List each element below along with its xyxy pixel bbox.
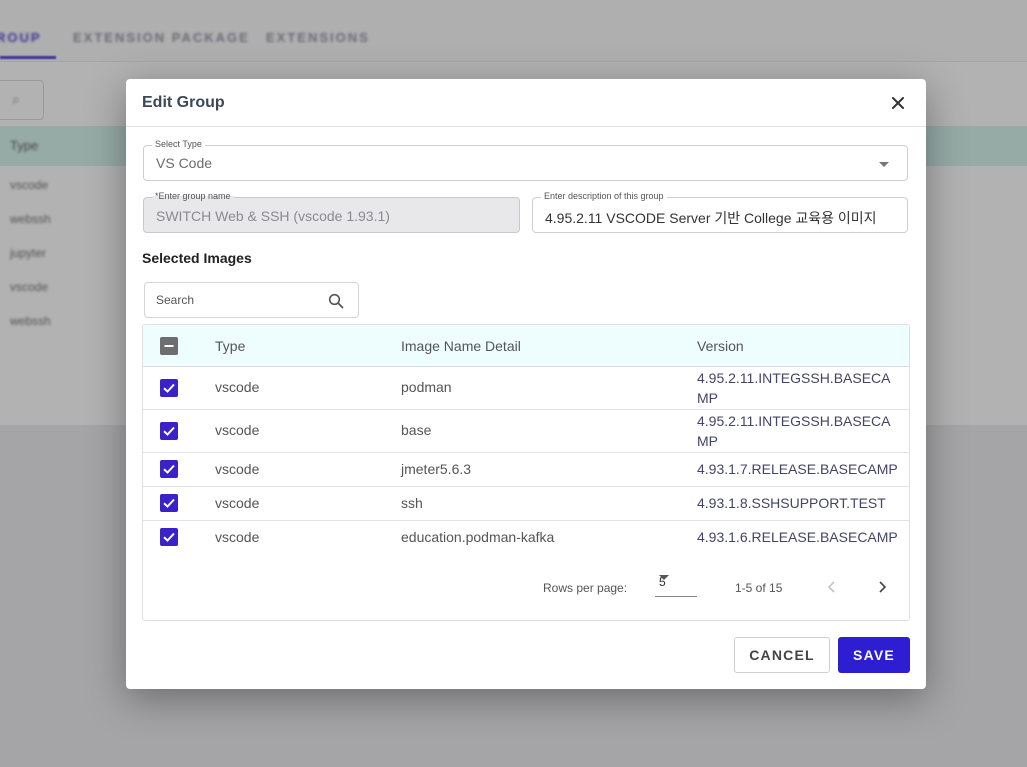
cell-type: vscode xyxy=(215,529,260,545)
table-row[interactable]: vscode base 4.95.2.11.INTEGSSH.BASECAMP xyxy=(143,410,909,453)
table-row[interactable]: vscode podman 4.95.2.11.INTEGSSH.BASECAM… xyxy=(143,367,909,410)
cell-version: 4.93.1.6.RELEASE.BASECAMP xyxy=(697,529,898,545)
image-search-box[interactable] xyxy=(144,282,359,318)
indeterminate-icon xyxy=(164,345,174,347)
table-row[interactable]: vscode jmeter5.6.3 4.93.1.7.RELEASE.BASE… xyxy=(143,453,909,487)
group-description-label: Enter description of this group xyxy=(541,190,667,202)
row-checkbox[interactable] xyxy=(160,494,178,512)
group-description-value[interactable]: 4.95.2.11 VSCODE Server 기반 College 교육용 이… xyxy=(545,208,899,228)
row-checkbox[interactable] xyxy=(160,422,178,440)
cell-version: 4.93.1.8.SSHSUPPORT.TEST xyxy=(697,495,886,511)
dropdown-caret-icon xyxy=(879,162,889,167)
row-checkbox[interactable] xyxy=(160,460,178,478)
cell-type: vscode xyxy=(215,379,260,395)
close-button[interactable] xyxy=(888,93,908,113)
selected-images-title: Selected Images xyxy=(142,250,252,266)
cell-version: 4.95.2.11.INTEGSSH.BASECAMP xyxy=(697,370,891,406)
check-icon xyxy=(163,532,175,542)
cell-version: 4.93.1.7.RELEASE.BASECAMP xyxy=(697,461,898,477)
pagination-range: 1-5 of 15 xyxy=(735,581,783,595)
check-icon xyxy=(163,498,175,508)
table-pagination: Rows per page: 5 1-5 of 15 xyxy=(143,567,909,607)
dropdown-caret-icon xyxy=(659,575,669,580)
group-description-field[interactable]: Enter description of this group 4.95.2.1… xyxy=(532,190,908,233)
dialog-title: Edit Group xyxy=(142,94,225,111)
group-name-field: *Enter group name SWITCH Web & SSH (vsco… xyxy=(143,190,520,233)
cell-image-name: ssh xyxy=(401,495,423,511)
search-icon[interactable] xyxy=(328,293,344,309)
edit-group-dialog: Edit Group Select Type VS Code *Enter gr… xyxy=(126,79,926,689)
rows-per-page-select[interactable]: 5 xyxy=(655,573,697,597)
row-checkbox[interactable] xyxy=(160,528,178,546)
cell-image-name: podman xyxy=(401,379,452,395)
cell-image-name: jmeter5.6.3 xyxy=(401,461,472,477)
cell-image-name: base xyxy=(401,422,432,438)
close-icon xyxy=(892,97,904,109)
cell-type: vscode xyxy=(215,461,260,477)
column-header-type[interactable]: Type xyxy=(215,338,245,354)
table-header: Type Image Name Detail Version xyxy=(143,325,909,367)
column-header-version[interactable]: Version xyxy=(697,338,744,354)
check-icon xyxy=(163,464,175,474)
table-row[interactable]: vscode education.podman-kafka 4.93.1.6.R… xyxy=(143,521,909,555)
save-button[interactable]: SAVE xyxy=(838,637,910,673)
chevron-left-icon[interactable] xyxy=(822,577,842,597)
cancel-button[interactable]: CANCEL xyxy=(734,637,830,673)
column-header-image-name[interactable]: Image Name Detail xyxy=(401,338,521,354)
table-row[interactable]: vscode ssh 4.93.1.8.SSHSUPPORT.TEST xyxy=(143,487,909,521)
check-icon xyxy=(163,383,175,393)
cell-type: vscode xyxy=(215,422,260,438)
images-table: Type Image Name Detail Version vscode po… xyxy=(142,324,910,621)
select-type-value: VS Code xyxy=(156,155,213,171)
cell-type: vscode xyxy=(215,495,260,511)
search-input[interactable] xyxy=(145,283,315,317)
select-type-label: Select Type xyxy=(152,138,205,150)
rows-per-page-label: Rows per page: xyxy=(543,581,628,595)
check-icon xyxy=(163,426,175,436)
dialog-header: Edit Group xyxy=(126,79,926,127)
cell-image-name: education.podman-kafka xyxy=(401,529,555,545)
group-name-value: SWITCH Web & SSH (vscode 1.93.1) xyxy=(156,208,390,224)
select-type-dropdown[interactable]: Select Type VS Code xyxy=(143,138,908,181)
cell-version: 4.95.2.11.INTEGSSH.BASECAMP xyxy=(697,413,891,449)
row-checkbox[interactable] xyxy=(160,379,178,397)
chevron-right-icon[interactable] xyxy=(872,577,892,597)
group-name-label: *Enter group name xyxy=(152,190,234,202)
select-all-checkbox[interactable] xyxy=(160,337,178,355)
